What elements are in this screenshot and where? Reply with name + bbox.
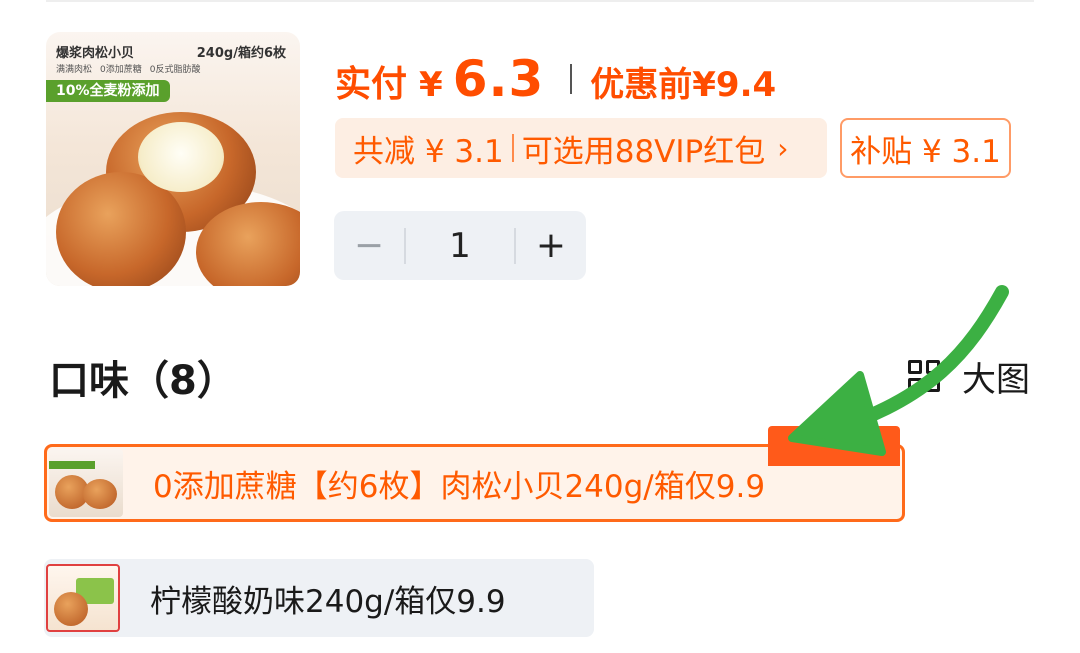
cream-filling-graphic [138, 122, 224, 192]
flavor-option-label: 柠檬酸奶味240g/箱仅9.9 [150, 583, 506, 620]
option-thumbnail [46, 564, 120, 632]
before-discount-label: 优惠前 [590, 65, 693, 105]
thumb-product-name: 爆浆肉松小贝 [56, 46, 135, 61]
thumb-product-spec: 240g/箱约6枚 [196, 46, 286, 61]
flavor-option-label: 0添加蔗糖【约6枚】肉松小贝240g/箱仅9.9 [153, 468, 766, 505]
annotation-arrow-icon [788, 285, 1009, 456]
before-discount-price: ¥9.4 [692, 65, 777, 105]
quantity-stepper: − 1 + [334, 211, 586, 280]
puff-graphic [54, 592, 88, 626]
mini-badge-graphic [49, 461, 95, 469]
price-divider [570, 64, 573, 94]
puff-graphic [83, 479, 117, 509]
subsidy-text: 补贴 ¥ 3.1 [850, 133, 1001, 170]
flavor-option[interactable]: 柠檬酸奶味240g/箱仅9.9 [44, 559, 594, 637]
thumb-tags: 满满肉松 0添加蔗糖 0反式脂肪酸 [56, 62, 200, 75]
price-row: 实付 ¥ 6.3 优惠前 ¥9.4 [335, 50, 776, 108]
paid-label: 实付 [335, 64, 408, 105]
thumb-tag: 0反式脂肪酸 [149, 65, 201, 75]
subsidy-chip: 补贴 ¥ 3.1 [840, 118, 1011, 178]
thumb-badge: 10%全麦粉添加 [46, 80, 170, 102]
decrement-button[interactable]: − [334, 225, 404, 266]
quantity-value[interactable]: 1 [406, 226, 514, 266]
paid-price: 6.3 [452, 50, 545, 108]
total-discount-text: 共减 ¥ 3.1 [353, 133, 504, 170]
currency-symbol: ¥ [419, 65, 443, 105]
option-thumbnail [49, 449, 123, 517]
discount-chip[interactable]: 共减 ¥ 3.1 可选用88VIP红包 › [335, 118, 827, 178]
chevron-right-icon: › [777, 131, 789, 165]
thumb-tag: 满满肉松 [56, 65, 93, 75]
chip-divider [511, 134, 514, 162]
thumb-tag: 0添加蔗糖 [100, 65, 142, 75]
increment-button[interactable]: + [516, 225, 586, 266]
vip-redpacket-text: 可选用88VIP红包 [521, 133, 766, 170]
flavor-section-title: 口味（8） [49, 358, 237, 404]
top-divider [46, 0, 1034, 2]
product-image[interactable]: 爆浆肉松小贝 240g/箱约6枚 满满肉松 0添加蔗糖 0反式脂肪酸 10%全麦… [46, 32, 300, 286]
